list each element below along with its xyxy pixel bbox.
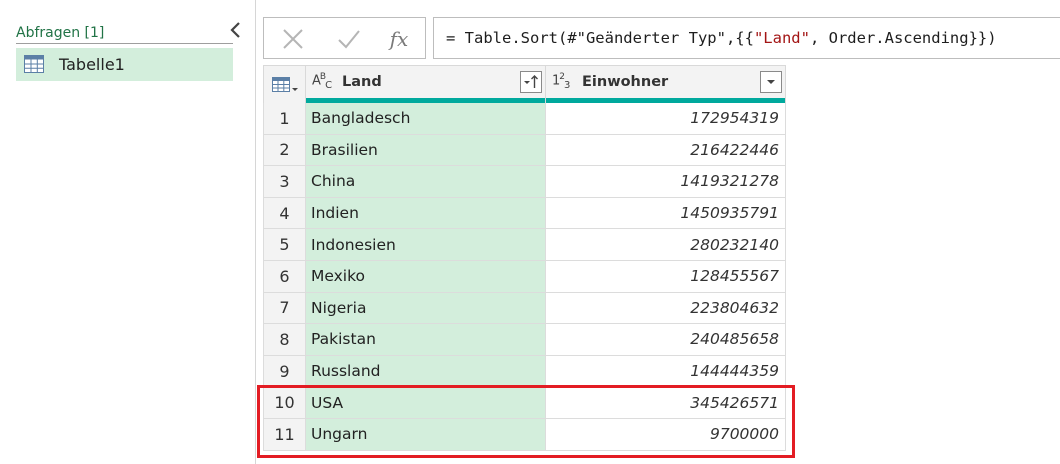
cell-land[interactable]: Brasilien <box>306 134 546 167</box>
cell-land[interactable]: Nigeria <box>306 292 546 325</box>
cell-land[interactable]: Mexiko <box>306 260 546 293</box>
formula-suffix: , Order.Ascending}}) <box>809 29 997 47</box>
row-number[interactable]: 6 <box>263 260 306 293</box>
grid-corner-header <box>263 65 306 103</box>
cell-einwohner[interactable]: 1419321278 <box>546 166 786 198</box>
number-type-icon[interactable]: 123 <box>552 72 570 91</box>
table-row: 2 Brasilien 216422446 <box>263 134 786 167</box>
cell-einwohner[interactable]: 9700000 <box>546 418 786 451</box>
table-row: 10 USA 345426571 <box>263 387 786 419</box>
table-row: 11 Ungarn 9700000 <box>263 418 786 451</box>
table-menu-button[interactable] <box>272 75 300 95</box>
table-row: 4 Indien 1450935791 <box>263 197 786 230</box>
cell-einwohner[interactable]: 280232140 <box>546 229 786 261</box>
formula-controls: fx <box>263 17 426 59</box>
row-number[interactable]: 10 <box>263 387 306 419</box>
fx-button[interactable]: fx <box>382 24 416 54</box>
formula-string-literal: "Land" <box>753 29 810 47</box>
table-row: 8 Pakistan 240485658 <box>263 324 786 356</box>
queries-title: Abfragen [1] <box>16 25 105 41</box>
collapse-pane-button[interactable] <box>226 19 246 41</box>
cell-land[interactable]: Ungarn <box>306 418 546 451</box>
column-title-einwohner: Einwohner <box>582 74 669 90</box>
table-row: 9 Russland 144444359 <box>263 355 786 388</box>
formula-prefix: = Table.Sort(#"Geänderter Typ",{{ <box>446 29 754 47</box>
sort-filter-button-land[interactable] <box>520 71 542 93</box>
queries-header: Abfragen [1] <box>16 24 233 44</box>
cell-land[interactable]: China <box>306 166 546 198</box>
checkmark-icon <box>338 30 360 49</box>
cell-land[interactable]: Pakistan <box>306 324 546 356</box>
cell-land[interactable]: Russland <box>306 355 546 388</box>
cell-land[interactable]: Indonesien <box>306 229 546 261</box>
cell-einwohner[interactable]: 216422446 <box>546 134 786 167</box>
chevron-down-icon <box>767 80 775 84</box>
grid-rows: 1 Bangladesch 172954319 2 Brasilien 216422446… <box>263 103 786 451</box>
table-menu-icon <box>272 77 298 92</box>
row-number[interactable]: 7 <box>263 292 306 325</box>
cell-einwohner[interactable]: 223804632 <box>546 292 786 325</box>
table-row: 5 Indonesien 280232140 <box>263 229 786 261</box>
table-icon <box>24 55 44 73</box>
cell-einwohner[interactable]: 345426571 <box>546 387 786 419</box>
table-row: 1 Bangladesch 172954319 <box>263 103 786 135</box>
row-number[interactable]: 9 <box>263 355 306 388</box>
chevron-left-icon <box>230 22 240 38</box>
cell-einwohner[interactable]: 240485658 <box>546 324 786 356</box>
column-header-einwohner[interactable]: 123 Einwohner <box>546 65 786 103</box>
column-title-land: Land <box>342 74 382 90</box>
cell-einwohner[interactable]: 144444359 <box>546 355 786 388</box>
text-type-icon[interactable]: ABC <box>312 72 332 91</box>
query-item-tabelle1[interactable]: Tabelle1 <box>16 48 233 81</box>
queries-pane: Abfragen [1] Tabelle1 <box>0 0 256 464</box>
row-number[interactable]: 5 <box>263 229 306 261</box>
row-number[interactable]: 8 <box>263 324 306 356</box>
cell-einwohner[interactable]: 128455567 <box>546 260 786 293</box>
fx-icon: fx <box>389 27 409 51</box>
cell-land[interactable]: Bangladesch <box>306 103 546 135</box>
close-icon <box>283 29 303 49</box>
table-row: 3 China 1419321278 <box>263 166 786 198</box>
row-number[interactable]: 3 <box>263 166 306 198</box>
cancel-formula-button[interactable] <box>276 24 310 54</box>
sort-ascending-icon <box>524 75 538 88</box>
row-number[interactable]: 1 <box>263 103 306 135</box>
commit-formula-button[interactable] <box>332 24 366 54</box>
formula-input[interactable]: = Table.Sort(#"Geänderter Typ",{{"Land",… <box>433 17 1060 59</box>
filter-button-einwohner[interactable] <box>760 71 782 93</box>
cell-land[interactable]: USA <box>306 387 546 419</box>
cell-land[interactable]: Indien <box>306 197 546 230</box>
row-number[interactable]: 11 <box>263 418 306 451</box>
row-number[interactable]: 2 <box>263 134 306 167</box>
cell-einwohner[interactable]: 172954319 <box>546 103 786 135</box>
cell-einwohner[interactable]: 1450935791 <box>546 197 786 230</box>
column-header-land[interactable]: ABC Land <box>306 65 546 103</box>
query-item-label: Tabelle1 <box>59 55 125 74</box>
table-row: 6 Mexiko 128455567 <box>263 260 786 293</box>
row-number[interactable]: 4 <box>263 197 306 230</box>
table-row: 7 Nigeria 223804632 <box>263 292 786 325</box>
